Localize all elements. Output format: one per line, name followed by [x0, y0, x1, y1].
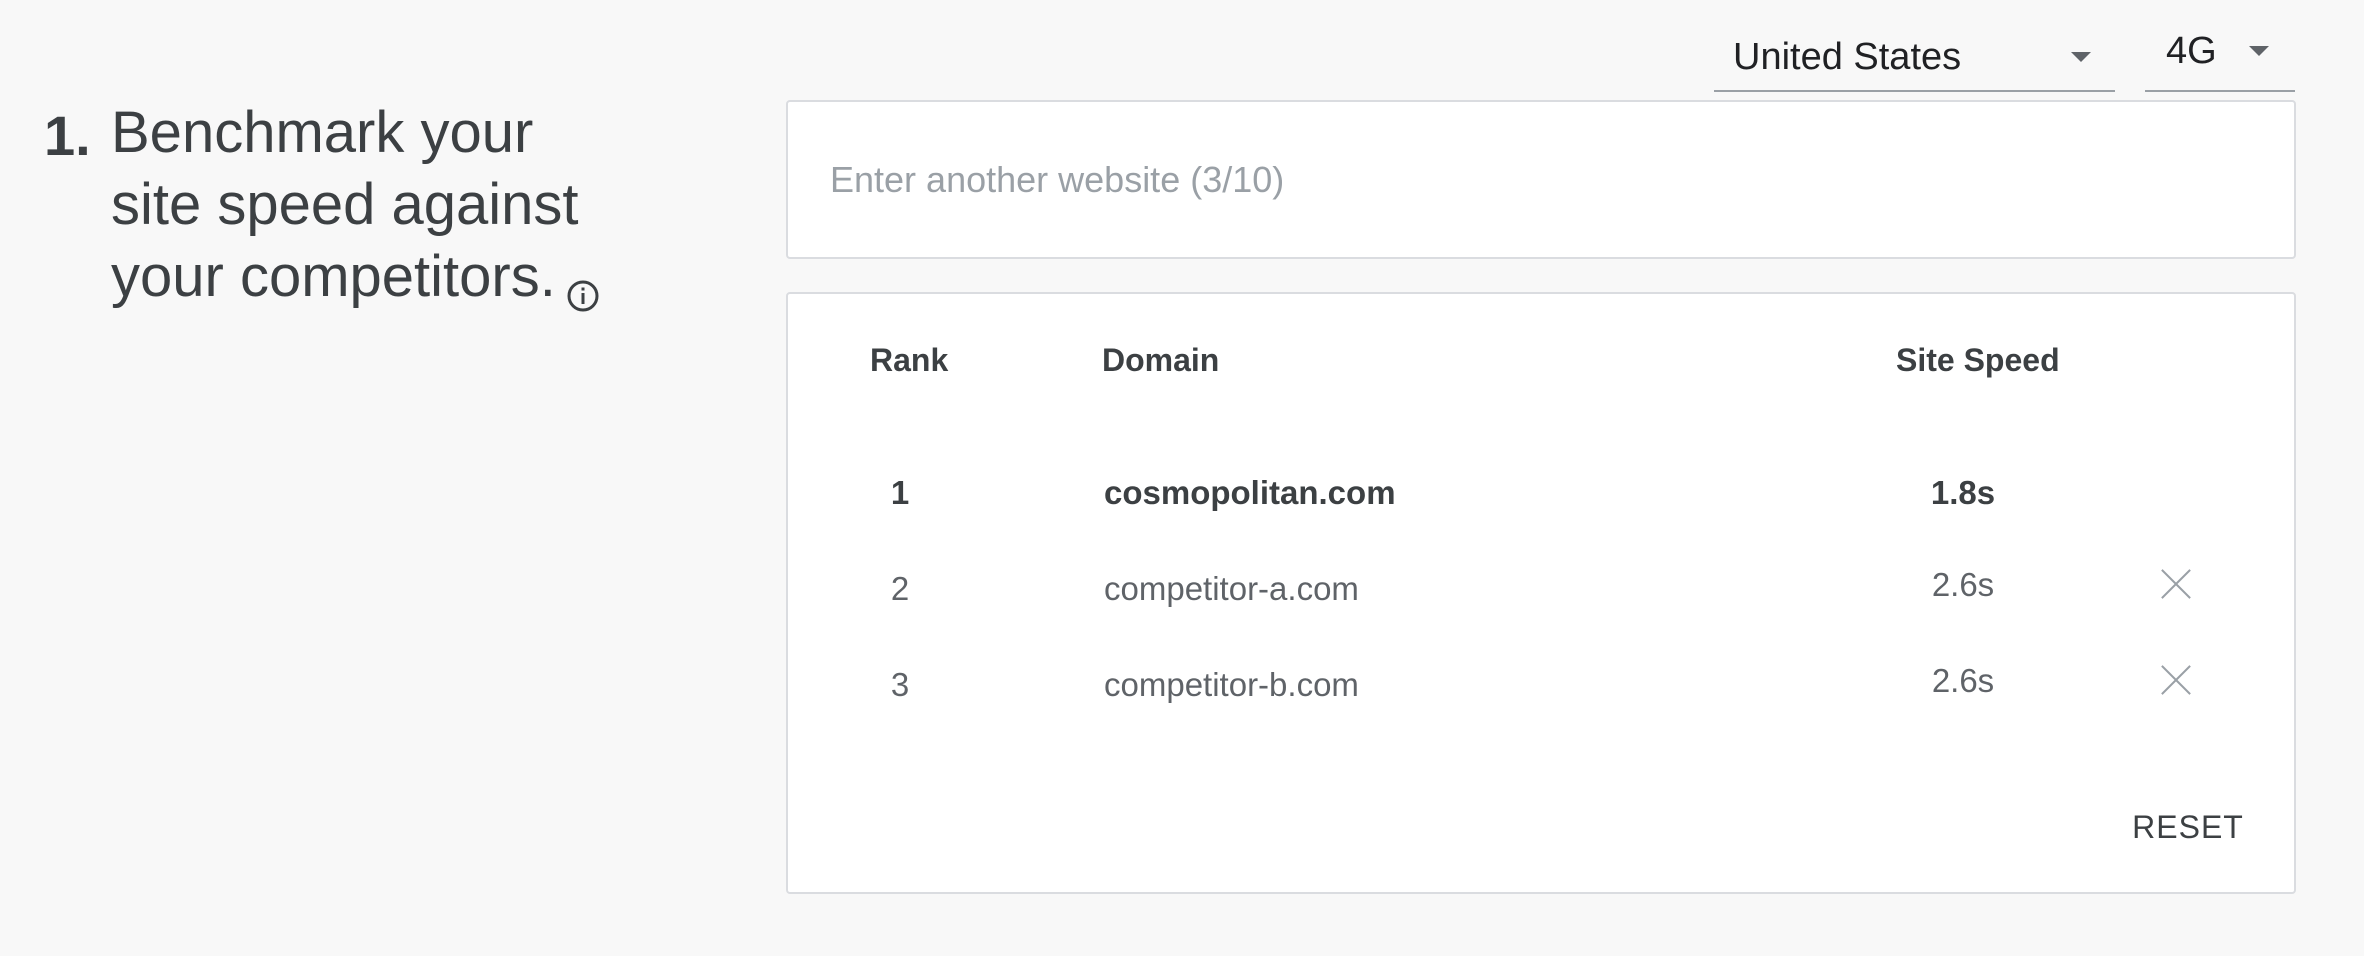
table-row: 3 competitor-b.com 2.6s	[788, 662, 2294, 746]
heading-line-3-wrap: your competitors.	[111, 241, 671, 313]
row-site-speed: 1.8s	[1930, 474, 1996, 511]
table-row: 1 cosmopolitan.com 1.8s	[788, 474, 2294, 554]
reset-button[interactable]: RESET	[2118, 802, 2258, 852]
row-domain: cosmopolitan.com	[1104, 474, 1396, 511]
chevron-down-icon	[2071, 52, 2091, 62]
close-icon[interactable]	[2154, 562, 2198, 606]
row-domain: competitor-b.com	[1104, 666, 1359, 703]
country-dropdown-value: United States	[1733, 36, 1962, 78]
website-input-card	[786, 100, 2296, 259]
column-header-rank: Rank	[870, 342, 949, 378]
info-circle-icon[interactable]	[566, 258, 600, 312]
section-heading: Benchmark your site speed against your c…	[111, 97, 671, 313]
country-dropdown[interactable]: United States	[1714, 30, 2115, 92]
row-site-speed: 2.6s	[1931, 566, 1995, 603]
heading-line-2: site speed against	[111, 172, 579, 237]
row-rank: 2	[890, 570, 910, 607]
close-icon[interactable]	[2154, 658, 2198, 702]
network-dropdown-value: 4G	[2166, 30, 2217, 72]
chevron-down-icon	[2249, 46, 2269, 56]
row-site-speed: 2.6s	[1931, 662, 1995, 699]
heading-number: 1.	[44, 104, 91, 167]
row-rank: 3	[890, 666, 910, 703]
table-row: 2 competitor-a.com 2.6s	[788, 566, 2294, 650]
column-header-site-speed: Site Speed	[1896, 342, 2060, 378]
website-input[interactable]	[828, 144, 2232, 216]
network-dropdown[interactable]: 4G	[2145, 30, 2295, 92]
row-domain: competitor-a.com	[1104, 570, 1359, 607]
heading-line-1: Benchmark your	[111, 100, 534, 165]
heading-line-3: your competitors.	[111, 244, 556, 309]
benchmark-table: Rank Domain Site Speed 1 cosmopolitan.co…	[786, 292, 2296, 894]
row-rank: 1	[890, 474, 910, 511]
column-header-domain: Domain	[1102, 342, 1220, 378]
